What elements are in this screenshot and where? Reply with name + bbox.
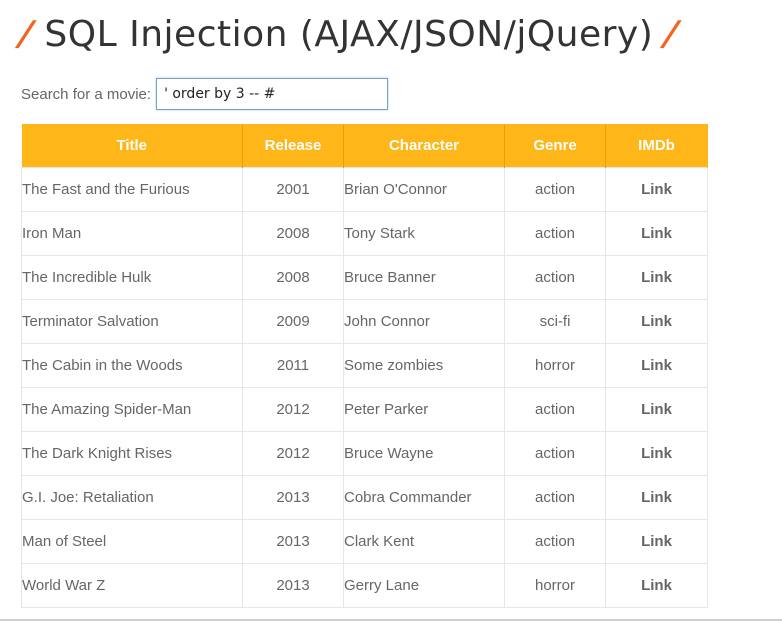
table-row: The Cabin in the Woods 2011 Some zombies ho… xyxy=(21,343,708,388)
character-cell: Some zombies xyxy=(343,343,505,388)
table-row: G.I. Joe: Retaliation 2013 Cobra Commander… xyxy=(21,475,708,520)
release-year-cell: 2012 xyxy=(242,431,344,476)
table-row: World War Z 2013 Gerry Lane horror Link xyxy=(21,563,708,608)
movie-title-cell: Man of Steel xyxy=(21,519,243,564)
table-row: Terminator Salvation 2009 John Connor sci-f… xyxy=(21,299,708,344)
character-cell: Clark Kent xyxy=(343,519,505,564)
character-cell: Tony Stark xyxy=(343,211,505,256)
character-cell: Cobra Commander xyxy=(343,475,505,520)
character-cell: Bruce Banner xyxy=(343,255,505,300)
movies-table: Title Release Character Genre IMDb The F… xyxy=(21,124,708,608)
genre-cell: action xyxy=(504,255,606,300)
movie-title-cell: World War Z xyxy=(21,563,243,608)
slash-decoration-left: / xyxy=(17,14,36,54)
search-form: Search for a movie: xyxy=(21,77,389,111)
release-year-cell: 2012 xyxy=(242,387,344,432)
release-year-cell: 2013 xyxy=(242,475,344,520)
imdb-link[interactable]: Link xyxy=(641,357,672,374)
page-title: SQL Injection (AJAX/JSON/jQuery) xyxy=(44,13,654,55)
table-row: The Incredible Hulk 2008 Bruce Banner actio… xyxy=(21,255,708,300)
imdb-link[interactable]: Link xyxy=(641,577,672,594)
genre-cell: action xyxy=(504,431,606,476)
imdb-link-cell: Link xyxy=(605,475,708,520)
genre-cell: action xyxy=(504,475,606,520)
imdb-link-cell: Link xyxy=(605,299,708,344)
imdb-link-cell: Link xyxy=(605,255,708,300)
movie-title-cell: The Dark Knight Rises xyxy=(21,431,243,476)
release-year-cell: 2013 xyxy=(242,519,344,564)
imdb-link-cell: Link xyxy=(605,563,708,608)
genre-cell: action xyxy=(504,387,606,432)
imdb-link-cell: Link xyxy=(605,167,708,212)
release-year-cell: 2013 xyxy=(242,563,344,608)
column-header-imdb: IMDb xyxy=(605,124,708,168)
table-body: The Fast and the Furious 2001 Brian O'Conn… xyxy=(21,167,708,608)
table-row: The Fast and the Furious 2001 Brian O'Conn… xyxy=(21,167,708,212)
genre-cell: action xyxy=(504,211,606,256)
imdb-link[interactable]: Link xyxy=(641,181,672,198)
release-year-cell: 2008 xyxy=(242,255,344,300)
column-header-title: Title xyxy=(21,124,243,168)
character-cell: Gerry Lane xyxy=(343,563,505,608)
release-year-cell: 2009 xyxy=(242,299,344,344)
character-cell: Bruce Wayne xyxy=(343,431,505,476)
release-year-cell: 2011 xyxy=(242,343,344,388)
movie-search-input[interactable] xyxy=(156,78,389,110)
column-header-release: Release xyxy=(242,124,344,168)
movie-title-cell: Terminator Salvation xyxy=(21,299,243,344)
genre-cell: action xyxy=(504,167,606,212)
character-cell: Brian O'Connor xyxy=(343,167,505,212)
movie-title-cell: The Fast and the Furious xyxy=(21,167,243,212)
imdb-link[interactable]: Link xyxy=(641,269,672,286)
imdb-link[interactable]: Link xyxy=(641,225,672,242)
table-header-row: Title Release Character Genre IMDb xyxy=(21,124,708,168)
genre-cell: action xyxy=(504,519,606,564)
movie-title-cell: The Incredible Hulk xyxy=(21,255,243,300)
imdb-link[interactable]: Link xyxy=(641,533,672,550)
imdb-link[interactable]: Link xyxy=(641,489,672,506)
table-row: The Dark Knight Rises 2012 Bruce Wayne acti… xyxy=(21,431,708,476)
imdb-link-cell: Link xyxy=(605,343,708,388)
column-header-genre: Genre xyxy=(504,124,606,168)
genre-cell: horror xyxy=(504,343,606,388)
imdb-link-cell: Link xyxy=(605,519,708,564)
movie-title-cell: G.I. Joe: Retaliation xyxy=(21,475,243,520)
column-header-character: Character xyxy=(343,124,505,168)
release-year-cell: 2008 xyxy=(242,211,344,256)
imdb-link-cell: Link xyxy=(605,211,708,256)
genre-cell: sci-fi xyxy=(504,299,606,344)
search-label: Search for a movie: xyxy=(21,85,152,103)
page-header: / SQL Injection (AJAX/JSON/jQuery) / xyxy=(17,6,681,62)
imdb-link[interactable]: Link xyxy=(641,313,672,330)
imdb-link[interactable]: Link xyxy=(641,401,672,418)
slash-decoration-right: / xyxy=(662,14,681,54)
table-row: Man of Steel 2013 Clark Kent action Link xyxy=(21,519,708,564)
imdb-link-cell: Link xyxy=(605,387,708,432)
character-cell: John Connor xyxy=(343,299,505,344)
imdb-link[interactable]: Link xyxy=(641,445,672,462)
character-cell: Peter Parker xyxy=(343,387,505,432)
movie-title-cell: The Amazing Spider-Man xyxy=(21,387,243,432)
movie-title-cell: The Cabin in the Woods xyxy=(21,343,243,388)
release-year-cell: 2001 xyxy=(242,167,344,212)
table-row: The Amazing Spider-Man 2012 Peter Parker ac… xyxy=(21,387,708,432)
imdb-link-cell: Link xyxy=(605,431,708,476)
table-row: Iron Man 2008 Tony Stark action Link xyxy=(21,211,708,256)
movie-title-cell: Iron Man xyxy=(21,211,243,256)
genre-cell: horror xyxy=(504,563,606,608)
